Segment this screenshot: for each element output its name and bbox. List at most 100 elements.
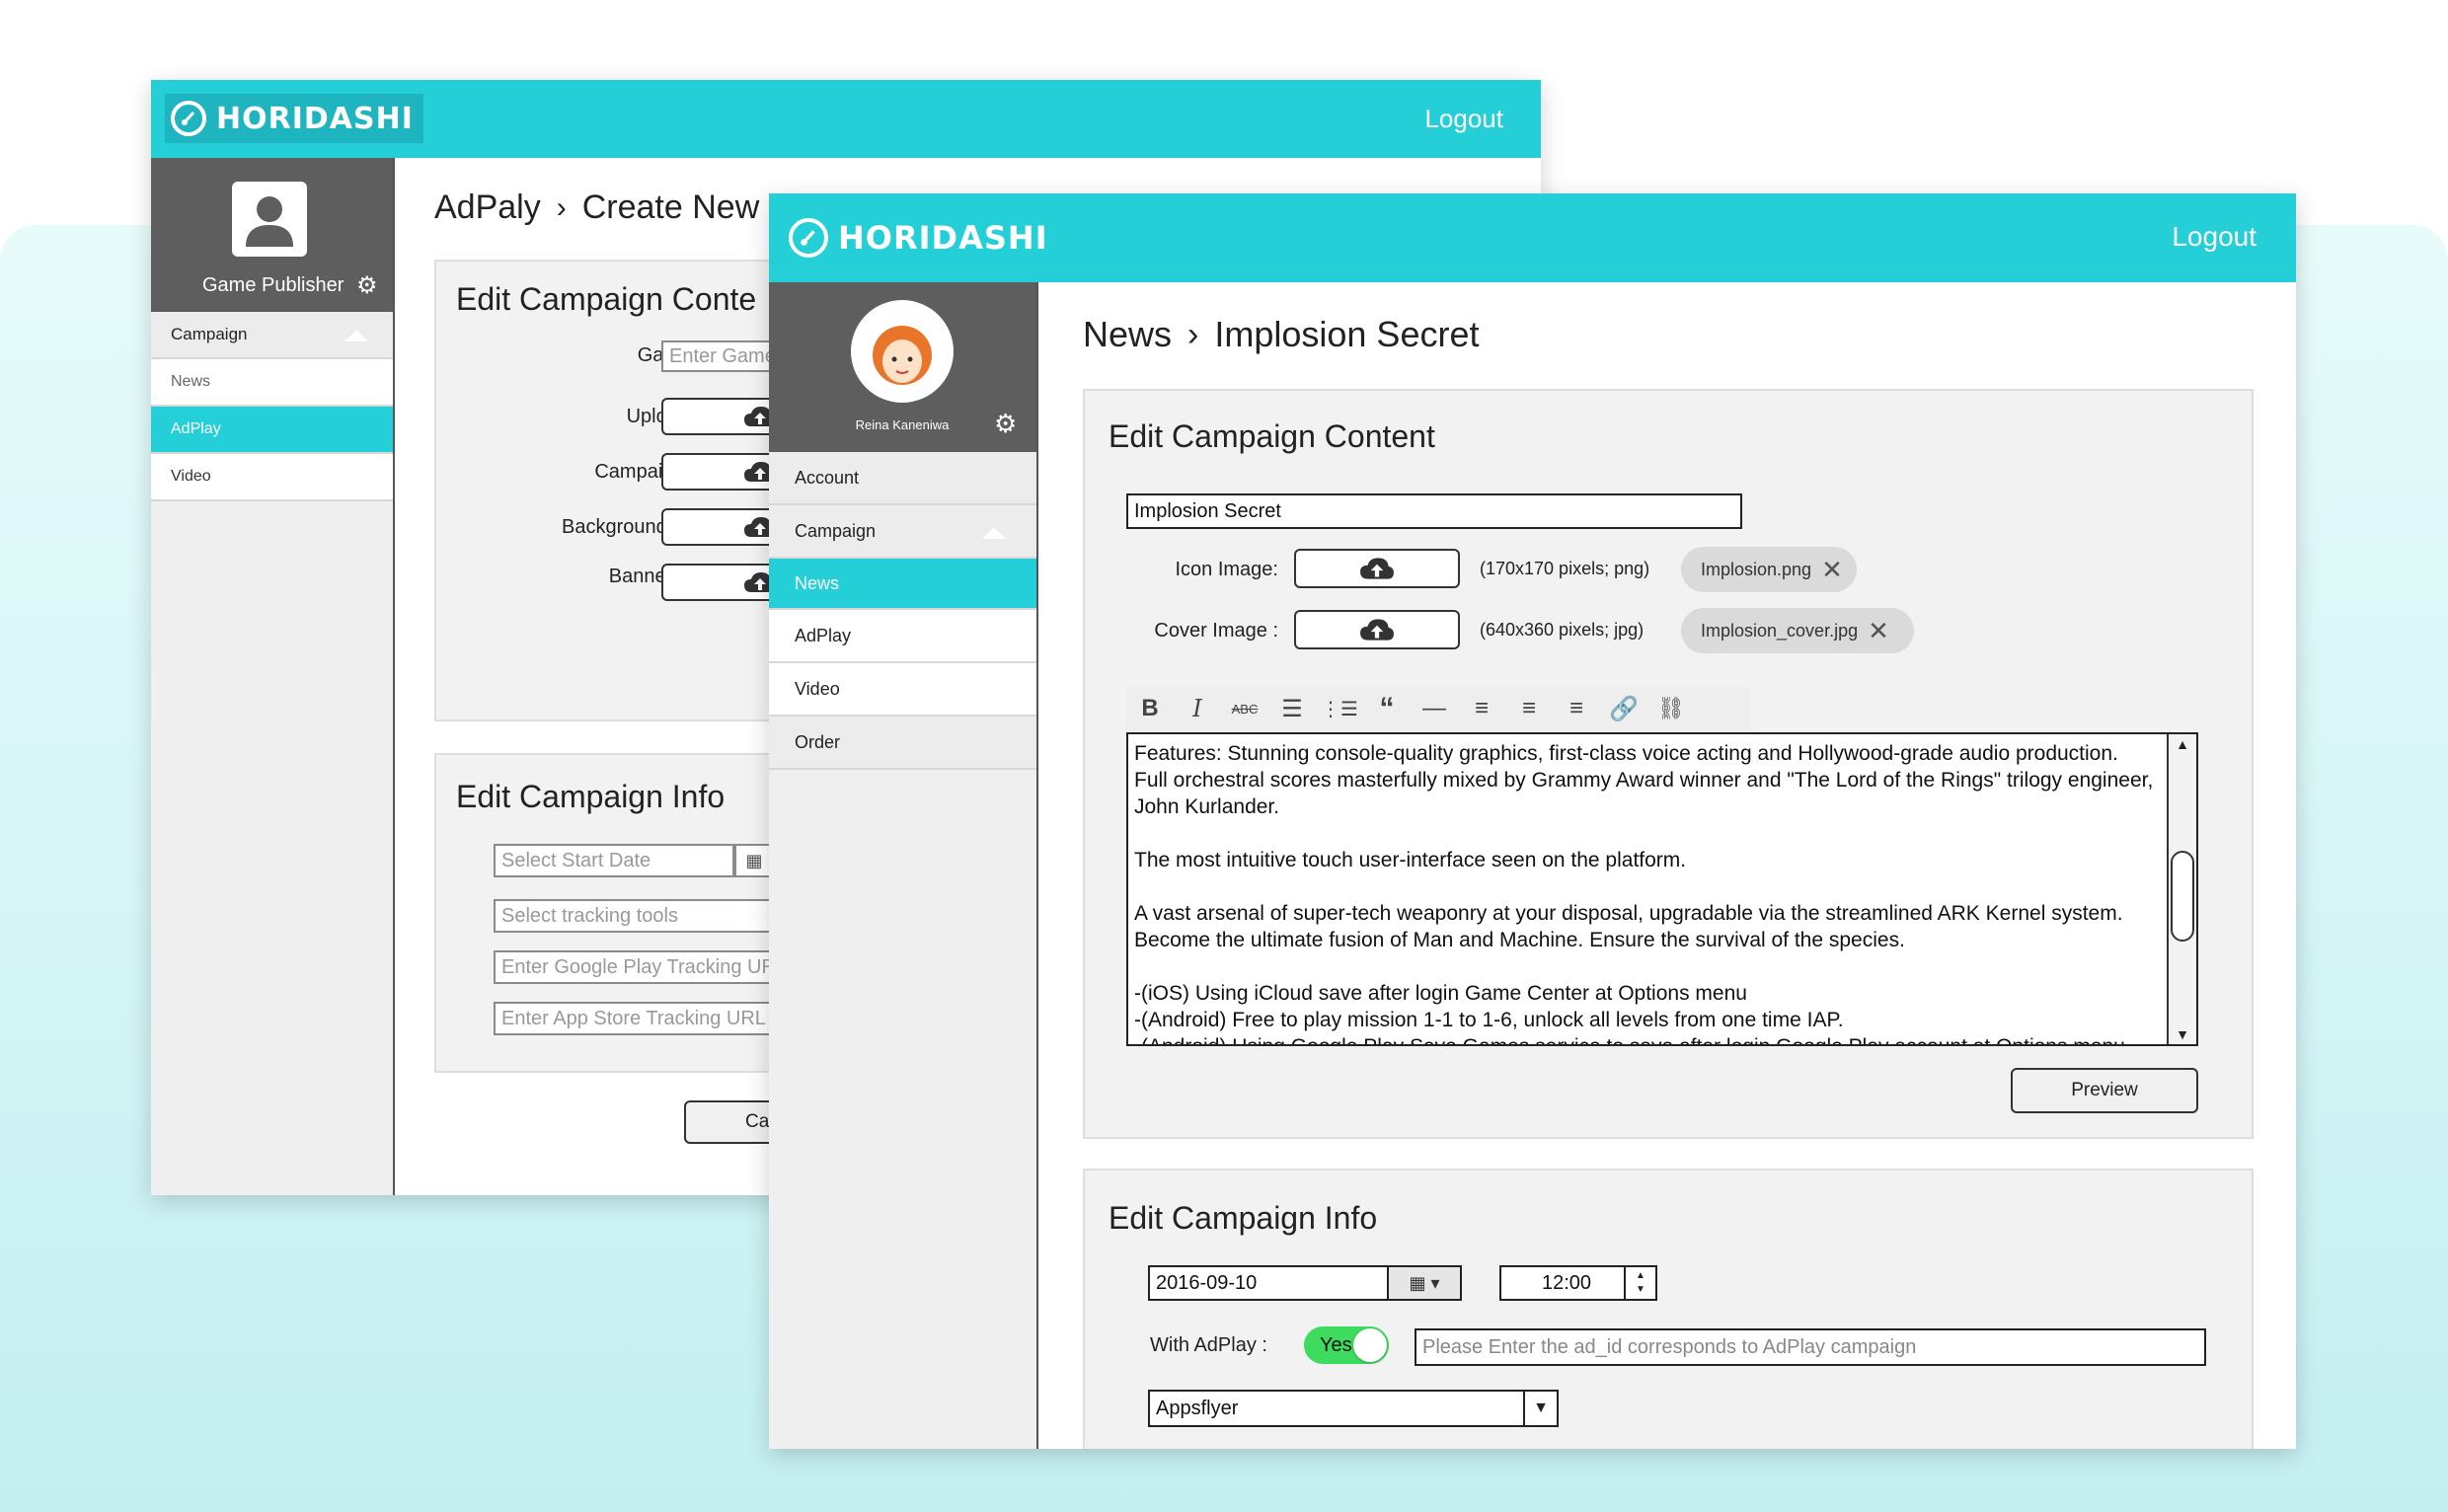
front-info-panel: Edit Campaign Info 2016-09-10 ▦ ▾ 12:00 … [1083, 1169, 2254, 1449]
cover-image-label: Cover Image : [1154, 620, 1278, 642]
front-profile: Reina Kaneniwa ⚙ [769, 282, 1036, 452]
back-logo[interactable]: HORIDASHI [165, 94, 423, 143]
sidebar-item-label: AdPlay [171, 420, 221, 437]
time-stepper[interactable]: ▲ ▼ [1624, 1267, 1655, 1299]
logout-link[interactable]: Logout [2172, 221, 2257, 253]
chevron-right-icon: › [1187, 315, 1199, 353]
unlink-icon[interactable]: ⛓ [1647, 689, 1695, 728]
tracking-tools-select[interactable]: Select tracking tools [494, 899, 790, 933]
settings-gear-icon[interactable]: ⚙ [994, 411, 1017, 436]
align-right-icon[interactable]: ≡ [1553, 689, 1600, 728]
panel-title: Edit Campaign Conte [456, 281, 757, 317]
adplay-toggle[interactable]: Yes [1304, 1326, 1389, 1364]
breadcrumb-current: Create New C [581, 189, 794, 226]
file-name: Implosion_cover.jpg [1701, 620, 1859, 641]
front-content-panel: Edit Campaign Content Implosion Secret I… [1083, 389, 2254, 1139]
quote-icon[interactable]: “ [1363, 689, 1411, 728]
avatar-placeholder-icon [232, 182, 307, 257]
strikethrough-icon[interactable]: ABC [1221, 689, 1268, 728]
panel-title: Edit Campaign Content [1109, 418, 1435, 454]
sidebar-item-label: Campaign [795, 520, 877, 541]
sidebar-item-video[interactable]: Video [769, 663, 1036, 717]
start-date-input[interactable]: Select Start Date [494, 844, 734, 877]
sidebar-item-label: Campaign [171, 325, 248, 343]
editor-content[interactable]: Features: Stunning console-quality graph… [1134, 740, 2163, 1044]
breadcrumb-parent[interactable]: AdPaly [434, 189, 541, 227]
sidebar-item-adplay[interactable]: AdPlay [769, 610, 1036, 663]
date-input[interactable]: 2016-09-10 [1148, 1265, 1389, 1301]
icon-image-upload-button[interactable] [1294, 549, 1460, 588]
ad-id-input[interactable]: Please Enter the ad_id corresponds to Ad… [1415, 1328, 2206, 1366]
sidebar-item-adplay[interactable]: AdPlay [151, 407, 393, 454]
stepper-down-icon[interactable]: ▼ [1636, 1283, 1645, 1297]
file-name: Implosion.png [1701, 559, 1812, 579]
sidebar-item-campaign[interactable]: Campaign [151, 312, 393, 359]
collapse-arrow-icon [982, 527, 1006, 539]
editor-toolbar: B I ABC ☰ ⋮☰ “ — ≡ ≡ ≡ 🔗 ⛓ [1126, 687, 1750, 730]
back-topbar: HORIDASHI Logout [151, 80, 1541, 158]
cover-image-spec: (640x360 pixels; jpg) [1480, 620, 1645, 640]
dropdown-arrow-icon[interactable]: ▼ [1523, 1392, 1557, 1425]
sidebar-item-label: AdPlay [795, 625, 852, 645]
with-adplay-label: With AdPlay : [1150, 1334, 1267, 1356]
align-left-icon[interactable]: ≡ [1458, 689, 1505, 728]
breadcrumb-current: Implosion Secret [1214, 314, 1480, 354]
back-profile: Game Publisher ⚙ [151, 158, 393, 312]
back-breadcrumb: AdPaly › Create New C [434, 189, 793, 227]
numbered-list-icon[interactable]: ⋮☰ [1316, 689, 1363, 728]
rich-text-editor[interactable]: Features: Stunning console-quality graph… [1126, 732, 2198, 1046]
sidebar-item-order[interactable]: Order [769, 717, 1036, 770]
sidebar-item-label: Video [795, 678, 840, 699]
app-store-url-input[interactable]: Enter App Store Tracking URL [494, 1002, 790, 1035]
calendar-icon[interactable]: ▦ [734, 844, 774, 877]
front-logo[interactable]: HORIDASHI [789, 215, 1048, 261]
bold-icon[interactable]: B [1126, 689, 1174, 728]
panel-title: Edit Campaign Info [456, 779, 726, 814]
avatar[interactable] [851, 300, 954, 403]
sidebar-item-label: Video [171, 468, 211, 485]
close-icon[interactable]: ✕ [1821, 555, 1843, 585]
toggle-label: Yes [1320, 1334, 1352, 1356]
brand-name: HORIDASHI [838, 219, 1048, 257]
calendar-dropdown-icon[interactable]: ▦ ▾ [1387, 1265, 1462, 1301]
preview-button[interactable]: Preview [2011, 1068, 2198, 1113]
front-window: HORIDASHI Logout Reina Kaneniwa ⚙ Accoun… [769, 193, 2296, 1449]
icon-image-label: Icon Image: [1175, 559, 1278, 580]
breadcrumb-parent[interactable]: News [1083, 314, 1172, 355]
cloud-upload-icon [1360, 619, 1394, 641]
sidebar-item-news[interactable]: News [769, 559, 1036, 610]
front-topbar: HORIDASHI Logout [769, 193, 2296, 282]
google-play-url-input[interactable]: Enter Google Play Tracking URL [494, 950, 790, 984]
settings-gear-icon[interactable]: ⚙ [356, 274, 378, 298]
sidebar-item-label: Account [795, 467, 860, 488]
horizontal-rule-icon[interactable]: — [1411, 689, 1458, 728]
toggle-knob [1353, 1328, 1387, 1362]
campaign-title-input[interactable]: Implosion Secret [1126, 493, 1742, 529]
cover-file-chip: Implosion_cover.jpg ✕ [1681, 608, 1914, 653]
scroll-up-arrow-icon[interactable]: ▲ [2169, 736, 2196, 752]
time-value: 12:00 [1541, 1271, 1592, 1294]
logout-link[interactable]: Logout [1424, 104, 1503, 134]
align-center-icon[interactable]: ≡ [1505, 689, 1553, 728]
stepper-up-icon[interactable]: ▲ [1636, 1269, 1645, 1283]
scroll-down-arrow-icon[interactable]: ▼ [2169, 1026, 2196, 1042]
tracking-tool-select[interactable]: Appsflyer [1148, 1390, 1559, 1427]
editor-scrollbar[interactable]: ▲ ▼ [2167, 734, 2196, 1044]
link-icon[interactable]: 🔗 [1600, 689, 1647, 728]
icon-file-chip: Implosion.png ✕ [1681, 547, 1857, 592]
close-icon[interactable]: ✕ [1868, 616, 1889, 646]
front-breadcrumb: News › Implosion Secret [1083, 314, 1479, 355]
back-sidebar: Game Publisher ⚙ Campaign News AdPlay Vi… [151, 158, 395, 1195]
shovel-icon [171, 101, 206, 136]
scroll-thumb[interactable] [2171, 851, 2194, 942]
sidebar-item-account[interactable]: Account [769, 452, 1036, 505]
front-sidebar: Reina Kaneniwa ⚙ Account Campaign News A… [769, 282, 1038, 1449]
italic-icon[interactable]: I [1174, 689, 1221, 728]
bullet-list-icon[interactable]: ☰ [1268, 689, 1316, 728]
sidebar-item-news[interactable]: News [151, 359, 393, 407]
sidebar-item-campaign[interactable]: Campaign [769, 505, 1036, 559]
sidebar-item-video[interactable]: Video [151, 454, 393, 501]
panel-title: Edit Campaign Info [1109, 1200, 1378, 1236]
cloud-upload-icon [1360, 558, 1394, 579]
cover-image-upload-button[interactable] [1294, 610, 1460, 649]
